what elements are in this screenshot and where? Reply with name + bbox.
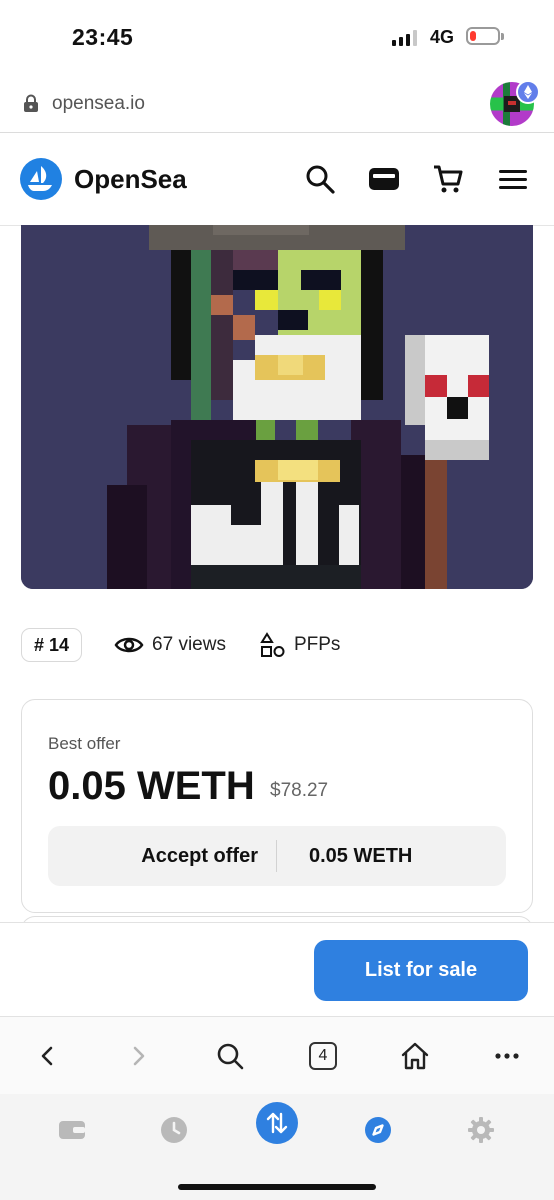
list-for-sale-bar: List for sale: [0, 922, 554, 1017]
accept-offer-label[interactable]: Accept offer: [48, 845, 276, 868]
category-label[interactable]: PFPs: [294, 634, 340, 656]
battery-icon: [466, 27, 504, 45]
forward-icon[interactable]: [122, 1039, 156, 1073]
status-time: 23:45: [72, 24, 134, 50]
best-offer-usd: $78.27: [270, 780, 329, 801]
back-icon[interactable]: [30, 1039, 64, 1073]
menu-icon[interactable]: [497, 163, 529, 195]
tabs-icon[interactable]: 4: [306, 1039, 340, 1073]
brand-name[interactable]: OpenSea: [74, 164, 187, 195]
list-for-sale-button[interactable]: List for sale: [314, 940, 528, 1001]
ethereum-badge-icon: [516, 80, 540, 104]
category-chip[interactable]: PFPs: [260, 632, 340, 658]
opensea-logo-icon[interactable]: [20, 158, 62, 200]
site-header: OpenSea: [0, 133, 554, 226]
history-icon[interactable]: [154, 1110, 194, 1150]
home-indicator[interactable]: [178, 1184, 376, 1190]
settings-icon[interactable]: [461, 1110, 501, 1150]
swap-icon[interactable]: [256, 1102, 298, 1144]
network-type: 4G: [430, 27, 455, 47]
cart-icon[interactable]: [432, 163, 464, 195]
best-offer-label: Best offer: [48, 734, 121, 753]
shapes-icon: [260, 632, 285, 657]
views-chip: 67 views: [114, 634, 226, 656]
browser-icon[interactable]: [358, 1110, 398, 1150]
tabs-count[interactable]: 4: [309, 1042, 337, 1070]
asset-meta: # 14 67 views PFPs: [21, 627, 340, 663]
more-icon[interactable]: [490, 1039, 524, 1073]
views-count: 67 views: [152, 634, 226, 655]
home-icon[interactable]: [398, 1039, 432, 1073]
token-number-chip: # 14: [21, 628, 83, 662]
accept-offer-button[interactable]: Accept offer 0.05 WETH: [48, 826, 506, 886]
url-bar[interactable]: opensea.io: [0, 70, 554, 133]
best-offer-card: Best offer 0.05 WETH $78.27 Accept offer…: [21, 699, 533, 913]
search-icon[interactable]: [213, 1039, 247, 1073]
accept-offer-amount[interactable]: 0.05 WETH: [277, 845, 412, 868]
signal-icon: [392, 30, 417, 46]
url-text[interactable]: opensea.io: [52, 93, 145, 115]
eye-icon: [114, 637, 144, 653]
status-bar: 23:45 4G: [0, 0, 554, 70]
nft-image[interactable]: [21, 225, 533, 589]
wallet-icon[interactable]: [368, 163, 400, 195]
wallet-icon[interactable]: [52, 1110, 92, 1150]
best-offer-amount: 0.05 WETH: [48, 764, 255, 808]
lock-icon: [24, 94, 38, 112]
search-icon[interactable]: [304, 163, 336, 195]
browser-toolbar: 4: [0, 1016, 554, 1095]
